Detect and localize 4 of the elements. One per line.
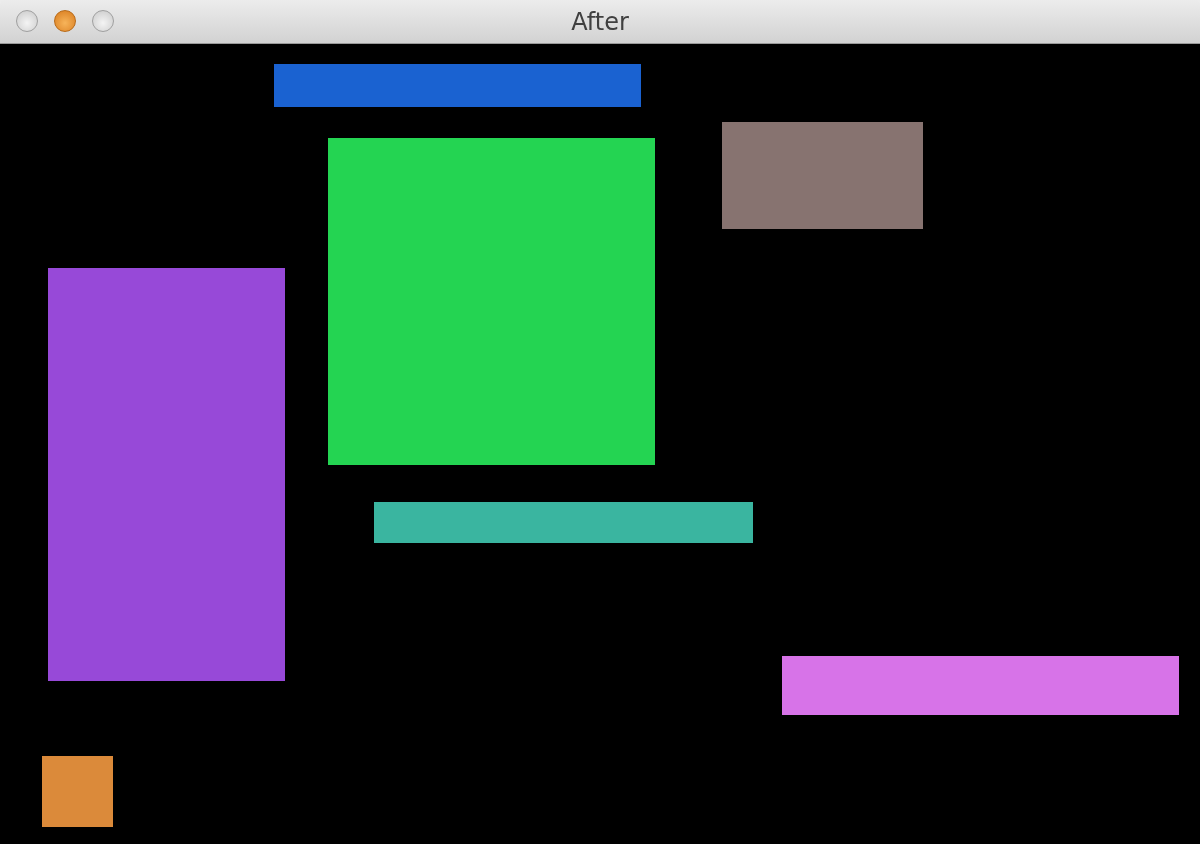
window-title: After [571,7,629,36]
zoom-button[interactable] [92,10,114,32]
minimize-button[interactable] [54,10,76,32]
close-button[interactable] [16,10,38,32]
